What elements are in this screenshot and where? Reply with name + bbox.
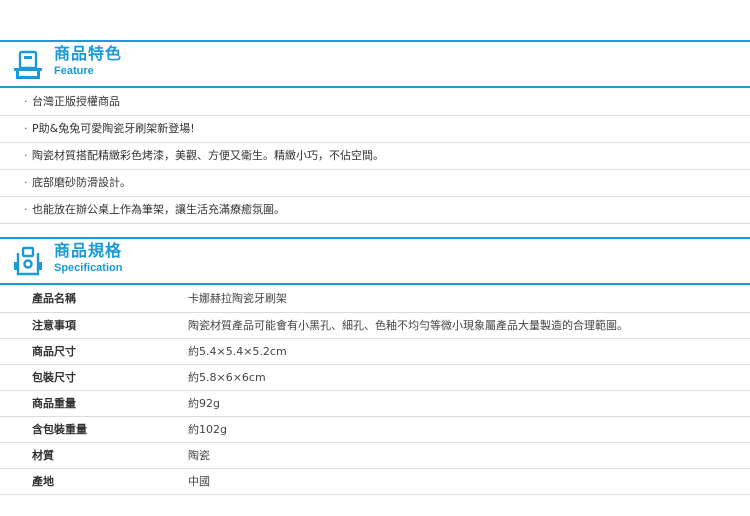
feature-item: · 陶瓷材質搭配精緻彩色烤漆，美觀、方便又衛生。精緻小巧，不佔空間。 bbox=[0, 143, 750, 170]
spec-row: 商品尺寸 約5.4×5.4×5.2cm bbox=[0, 338, 750, 365]
spec-value: 卡娜赫拉陶瓷牙刷架 bbox=[188, 286, 750, 313]
bullet-dot-icon: · bbox=[24, 176, 28, 189]
spec-row: 包裝尺寸 約5.8×6×6cm bbox=[0, 364, 750, 391]
feature-top-divider bbox=[0, 40, 750, 42]
bullet-dot-icon: · bbox=[24, 122, 28, 135]
spec-value: 中國 bbox=[188, 468, 750, 495]
spec-label: 材質 bbox=[0, 442, 188, 469]
spec-label: 產地 bbox=[0, 468, 188, 495]
spec-label: 商品尺寸 bbox=[0, 338, 188, 365]
bullet-dot-icon: · bbox=[24, 149, 28, 162]
spec-row: 商品重量 約92g bbox=[0, 390, 750, 417]
spec-bottom-divider bbox=[0, 283, 750, 285]
spec-label: 商品重量 bbox=[0, 390, 188, 417]
feature-item-text: 也能放在辦公桌上作為筆架，讓生活充滿療癒氛圍。 bbox=[32, 203, 285, 216]
feature-item-text: 台灣正版授權商品 bbox=[32, 95, 120, 108]
feature-list: · 台灣正版授權商品 · P助&兔兔可愛陶瓷牙刷架新登場! · 陶瓷材質搭配精緻… bbox=[0, 89, 750, 224]
feature-subtitle: Feature bbox=[54, 65, 94, 77]
feature-item-text: 陶瓷材質搭配精緻彩色烤漆，美觀、方便又衛生。精緻小巧，不佔空間。 bbox=[32, 149, 384, 162]
document-clip-icon bbox=[14, 246, 42, 276]
feature-title: 商品特色 bbox=[54, 44, 123, 63]
spec-header: 商品規格 Specification bbox=[0, 237, 750, 281]
spec-value: 陶瓷材質產品可能會有小黑孔、細孔、色釉不均勻等微小現象屬產品大量製造的合理範圍。 bbox=[188, 312, 750, 339]
feature-item-text: P助&兔兔可愛陶瓷牙刷架新登場! bbox=[32, 122, 195, 135]
shop-counter-icon bbox=[14, 50, 42, 79]
spec-title: 商品規格 bbox=[54, 241, 123, 260]
feature-bottom-divider bbox=[0, 86, 750, 88]
spec-label: 包裝尺寸 bbox=[0, 364, 188, 391]
spec-row: 含包裝重量 約102g bbox=[0, 416, 750, 443]
spec-value: 約5.8×6×6cm bbox=[188, 364, 750, 391]
spec-value: 約92g bbox=[188, 390, 750, 417]
spec-label: 注意事項 bbox=[0, 312, 188, 339]
spec-row: 材質 陶瓷 bbox=[0, 442, 750, 469]
spec-label: 產品名稱 bbox=[0, 286, 188, 313]
spec-value: 約102g bbox=[188, 416, 750, 443]
spec-row: 注意事項 陶瓷材質產品可能會有小黑孔、細孔、色釉不均勻等微小現象屬產品大量製造的… bbox=[0, 312, 750, 339]
feature-header: 商品特色 Feature bbox=[0, 40, 750, 84]
feature-item: · 台灣正版授權商品 bbox=[0, 89, 750, 116]
spec-subtitle: Specification bbox=[54, 262, 123, 274]
spec-row: 產品名稱 卡娜赫拉陶瓷牙刷架 bbox=[0, 286, 750, 313]
spec-top-divider bbox=[0, 237, 750, 239]
spec-value: 陶瓷 bbox=[188, 442, 750, 469]
spec-row: 產地 中國 bbox=[0, 468, 750, 495]
spec-label: 含包裝重量 bbox=[0, 416, 188, 443]
feature-item: · P助&兔兔可愛陶瓷牙刷架新登場! bbox=[0, 116, 750, 143]
bullet-dot-icon: · bbox=[24, 203, 28, 216]
spec-value: 約5.4×5.4×5.2cm bbox=[188, 338, 750, 365]
feature-item: · 也能放在辦公桌上作為筆架，讓生活充滿療癒氛圍。 bbox=[0, 197, 750, 224]
feature-item-text: 底部磨砂防滑設計。 bbox=[32, 176, 131, 189]
feature-item: · 底部磨砂防滑設計。 bbox=[0, 170, 750, 197]
bullet-dot-icon: · bbox=[24, 95, 28, 108]
spec-table: 產品名稱 卡娜赫拉陶瓷牙刷架 注意事項 陶瓷材質產品可能會有小黑孔、細孔、色釉不… bbox=[0, 286, 750, 495]
